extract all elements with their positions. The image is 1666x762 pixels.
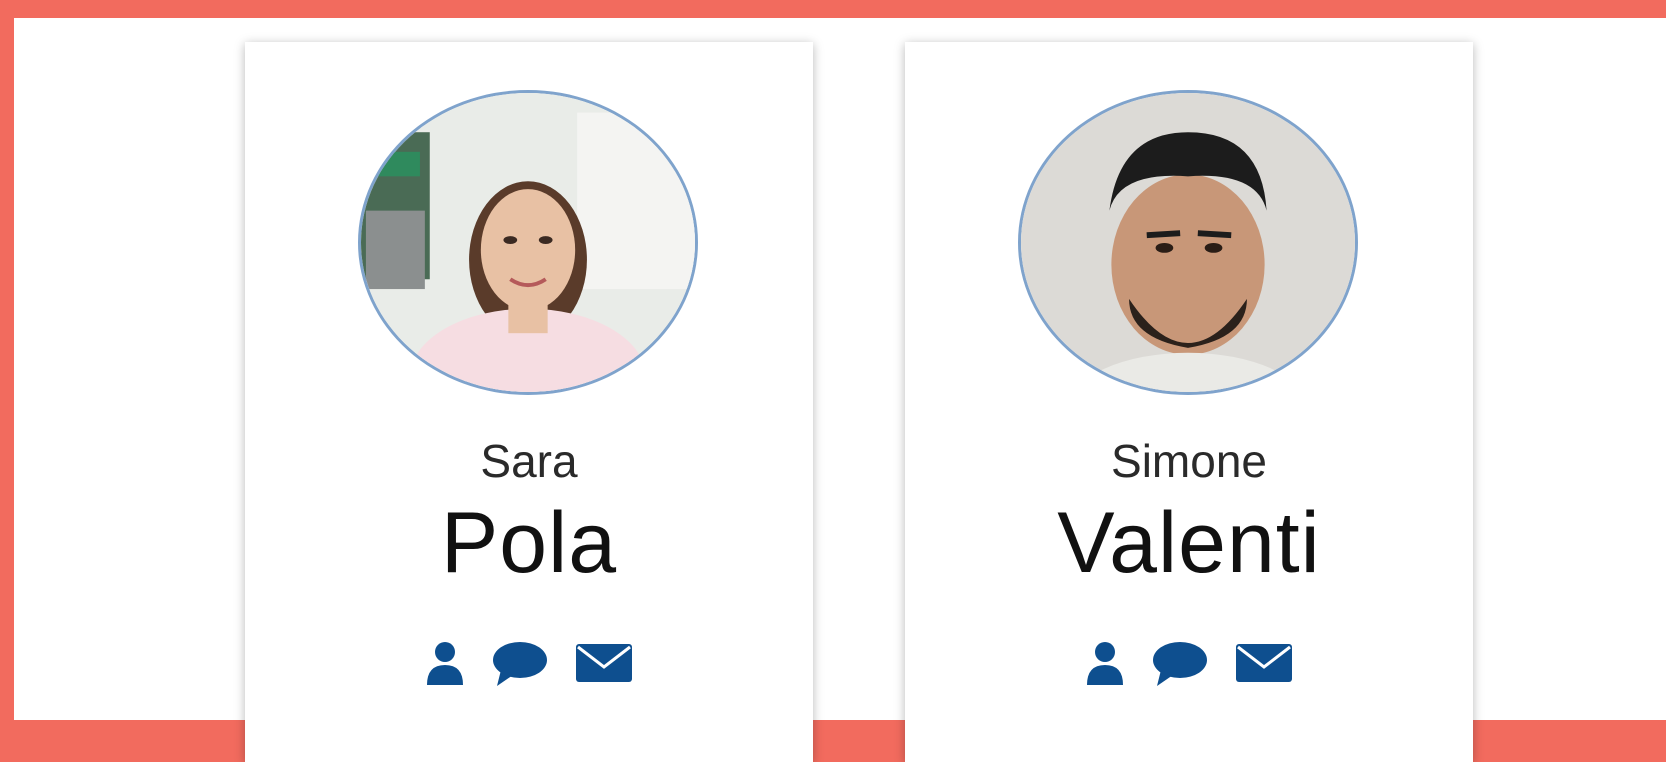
first-name: Simone: [1111, 435, 1267, 487]
chat-bubble-icon[interactable]: [491, 640, 549, 686]
user-icon[interactable]: [1085, 641, 1125, 685]
last-name: Pola: [440, 495, 618, 591]
last-name: Valenti: [1057, 495, 1321, 591]
envelope-icon[interactable]: [575, 643, 633, 683]
avatar[interactable]: [358, 90, 698, 395]
contact-actions: [245, 640, 813, 686]
contact-actions: [905, 640, 1473, 686]
envelope-icon[interactable]: [1235, 643, 1293, 683]
chat-bubble-icon[interactable]: [1151, 640, 1209, 686]
first-name: Sara: [480, 435, 578, 487]
avatar-photo: [361, 93, 695, 392]
avatar-photo: [1021, 93, 1355, 392]
profile-card: Sara Pola: [245, 42, 813, 762]
user-icon[interactable]: [425, 641, 465, 685]
avatar[interactable]: [1018, 90, 1358, 395]
profile-card: Simone Valenti: [905, 42, 1473, 762]
